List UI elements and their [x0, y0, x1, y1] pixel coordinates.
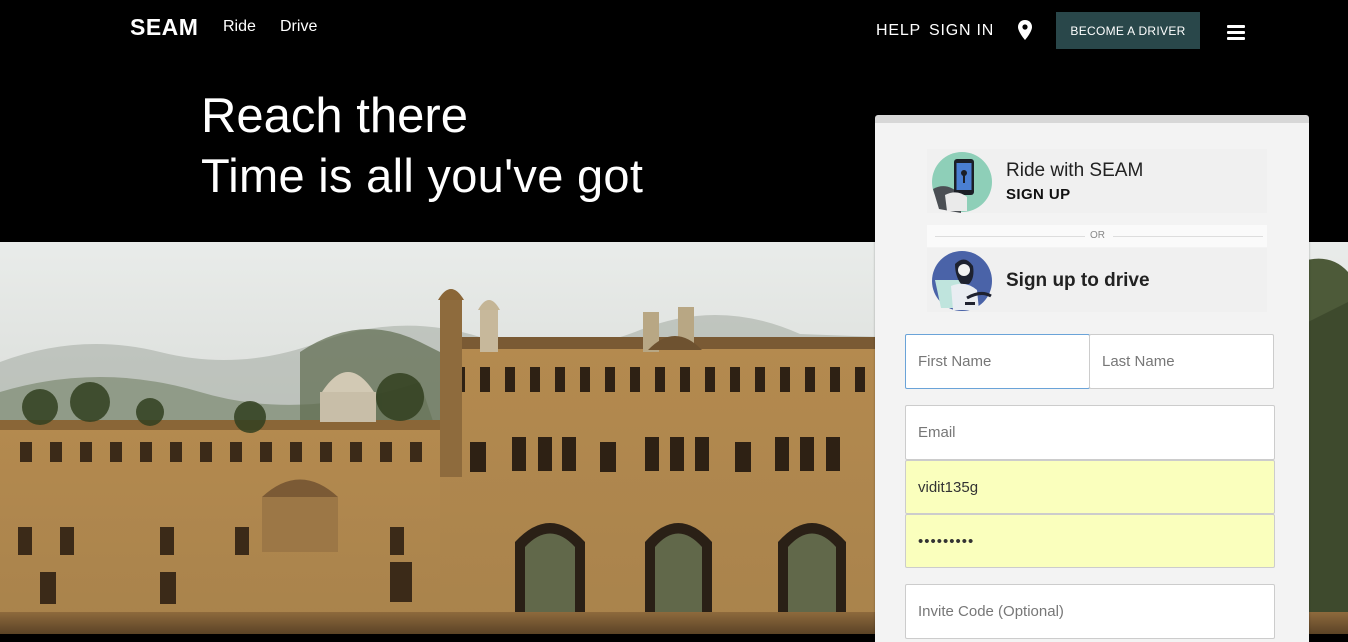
invite-code-input[interactable]: [905, 584, 1275, 639]
or-divider: OR: [927, 225, 1267, 247]
hero-heading: Reach there: [201, 89, 468, 143]
help-link[interactable]: HELP: [876, 22, 921, 40]
divider-line-left: [935, 236, 1085, 237]
become-driver-button[interactable]: BECOME A DRIVER: [1056, 12, 1200, 49]
hero-subheading: Time is all you've got: [201, 149, 644, 202]
username-input[interactable]: [905, 460, 1275, 514]
drive-signup-card[interactable]: Sign up to drive: [927, 248, 1267, 312]
sign-in-link[interactable]: SIGN IN: [929, 22, 994, 40]
first-name-input[interactable]: [905, 334, 1090, 389]
ride-card-title: Ride with SEAM: [1006, 160, 1144, 181]
or-label: OR: [1090, 230, 1105, 241]
driver-icon: [932, 251, 992, 311]
location-pin-icon[interactable]: [1017, 20, 1033, 40]
rider-phone-icon: [932, 152, 992, 213]
last-name-input[interactable]: [1089, 334, 1274, 389]
password-input[interactable]: [905, 514, 1275, 568]
ride-signup-card[interactable]: Ride with SEAM SIGN UP: [927, 149, 1267, 213]
nav-ride-link[interactable]: Ride: [223, 18, 256, 36]
nav-drive-link[interactable]: Drive: [280, 18, 317, 36]
divider-line-right: [1113, 236, 1263, 237]
drive-card-title: Sign up to drive: [1006, 270, 1150, 291]
email-input[interactable]: [905, 405, 1275, 460]
logo[interactable]: SEAM: [130, 14, 198, 41]
menu-icon[interactable]: [1227, 25, 1245, 40]
ride-card-signup-label: SIGN UP: [1006, 186, 1071, 203]
